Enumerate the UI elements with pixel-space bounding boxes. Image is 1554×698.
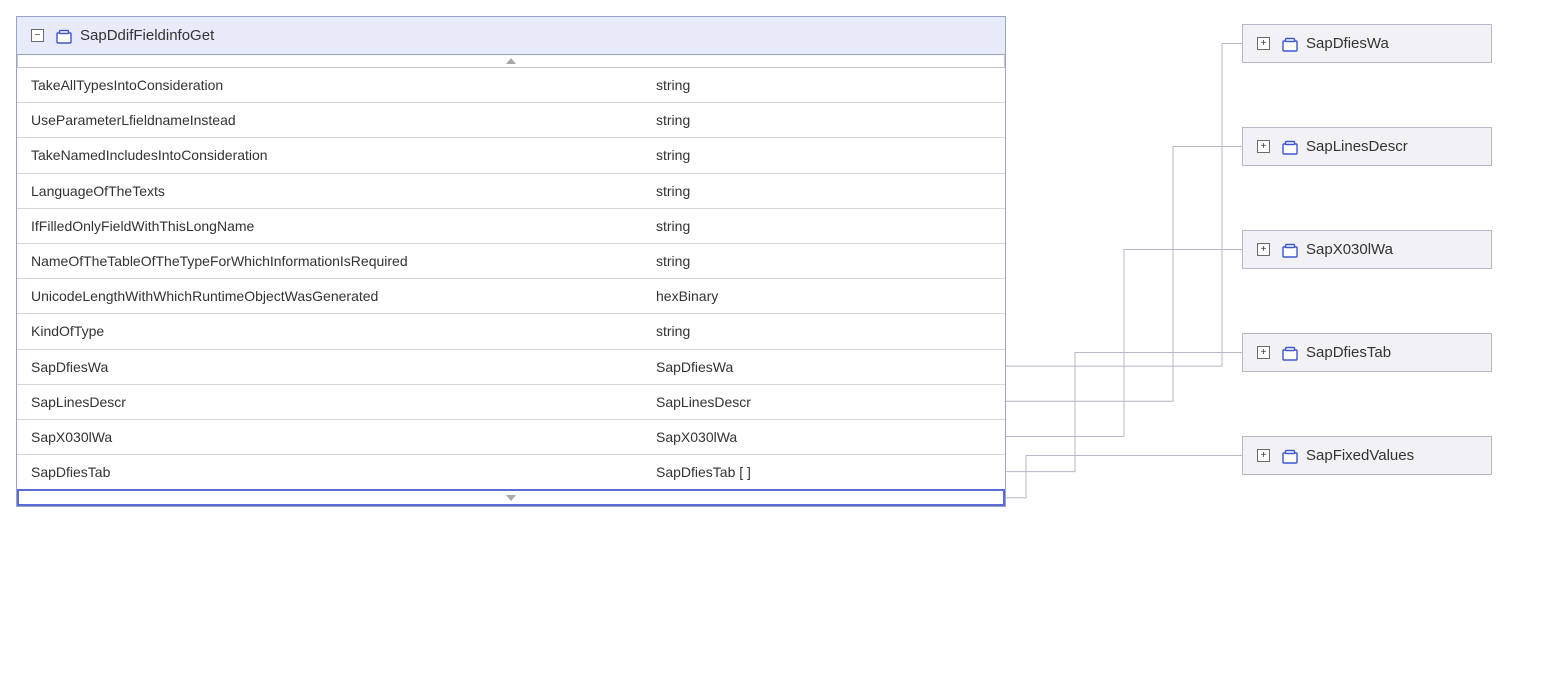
scroll-up-button[interactable] [17, 55, 1005, 68]
expand-icon[interactable]: + [1257, 37, 1270, 50]
class-icon [1278, 36, 1298, 52]
field-name: TakeAllTypesIntoConsideration [31, 76, 656, 94]
related-entity-title: SapDfiesTab [1306, 344, 1391, 361]
main-entity-title: SapDdifFieldinfoGet [80, 27, 214, 44]
field-type: string [656, 76, 991, 94]
field-row[interactable]: KindOfTypestring [17, 313, 1005, 348]
expand-icon[interactable]: + [1257, 346, 1270, 359]
field-type: SapX030lWa [656, 428, 991, 446]
field-name: NameOfTheTableOfTheTypeForWhichInformati… [31, 252, 656, 270]
main-entity-header[interactable]: − SapDdifFieldinfoGet [17, 17, 1005, 55]
field-row[interactable]: IfFilledOnlyFieldWithThisLongNamestring [17, 208, 1005, 243]
field-type: SapDfiesTab [ ] [656, 463, 991, 481]
chevron-up-icon [506, 58, 516, 64]
field-row[interactable]: TakeNamedIncludesIntoConsiderationstring [17, 137, 1005, 172]
expand-icon[interactable]: + [1257, 140, 1270, 153]
field-type: SapDfiesWa [656, 358, 991, 376]
class-icon [1278, 242, 1298, 258]
field-name: TakeNamedIncludesIntoConsideration [31, 146, 656, 164]
expand-icon[interactable]: + [1257, 449, 1270, 462]
related-entity-title: SapFixedValues [1306, 447, 1414, 464]
field-name: LanguageOfTheTexts [31, 182, 656, 200]
field-row[interactable]: SapDfiesTabSapDfiesTab [ ] [17, 454, 1005, 489]
field-row[interactable]: NameOfTheTableOfTheTypeForWhichInformati… [17, 243, 1005, 278]
field-name: KindOfType [31, 322, 656, 340]
field-type: hexBinary [656, 287, 991, 305]
related-entity[interactable]: + SapDfiesTab [1242, 333, 1492, 372]
field-type: string [656, 111, 991, 129]
class-icon [52, 28, 72, 44]
class-icon [1278, 139, 1298, 155]
field-name: SapDfiesWa [31, 358, 656, 376]
field-name: SapX030lWa [31, 428, 656, 446]
field-name: SapDfiesTab [31, 463, 656, 481]
field-type: string [656, 182, 991, 200]
field-row[interactable]: SapLinesDescrSapLinesDescr [17, 384, 1005, 419]
related-entity-list: + SapDfiesWa + SapLinesDescr + SapX030lWa + Sap… [1242, 24, 1492, 475]
related-entity-title: SapDfiesWa [1306, 35, 1389, 52]
collapse-icon[interactable]: − [31, 29, 44, 42]
class-icon [1278, 345, 1298, 361]
related-entity[interactable]: + SapFixedValues [1242, 436, 1492, 475]
field-type: string [656, 252, 991, 270]
class-icon [1278, 448, 1298, 464]
field-row[interactable]: TakeAllTypesIntoConsiderationstring [17, 68, 1005, 102]
related-entity-title: SapX030lWa [1306, 241, 1393, 258]
related-entity-title: SapLinesDescr [1306, 138, 1408, 155]
diagram-canvas: − SapDdifFieldinfoGet TakeAllTypesIntoCo… [12, 12, 1542, 686]
chevron-down-icon [506, 495, 516, 501]
field-type: SapLinesDescr [656, 393, 991, 411]
field-name: UnicodeLengthWithWhichRuntimeObjectWasGe… [31, 287, 656, 305]
field-type: string [656, 146, 991, 164]
field-row[interactable]: SapX030lWaSapX030lWa [17, 419, 1005, 454]
field-type: string [656, 217, 991, 235]
related-entity[interactable]: + SapDfiesWa [1242, 24, 1492, 63]
field-row[interactable]: UnicodeLengthWithWhichRuntimeObjectWasGe… [17, 278, 1005, 313]
field-name: SapLinesDescr [31, 393, 656, 411]
field-type: string [656, 322, 991, 340]
field-list: TakeAllTypesIntoConsiderationstringUsePa… [17, 68, 1005, 489]
expand-icon[interactable]: + [1257, 243, 1270, 256]
related-entity[interactable]: + SapLinesDescr [1242, 127, 1492, 166]
scroll-down-button[interactable] [17, 489, 1005, 506]
related-entity[interactable]: + SapX030lWa [1242, 230, 1492, 269]
field-name: IfFilledOnlyFieldWithThisLongName [31, 217, 656, 235]
field-row[interactable]: SapDfiesWaSapDfiesWa [17, 349, 1005, 384]
field-row[interactable]: UseParameterLfieldnameInsteadstring [17, 102, 1005, 137]
field-row[interactable]: LanguageOfTheTextsstring [17, 173, 1005, 208]
field-name: UseParameterLfieldnameInstead [31, 111, 656, 129]
main-entity: − SapDdifFieldinfoGet TakeAllTypesIntoCo… [16, 16, 1006, 507]
